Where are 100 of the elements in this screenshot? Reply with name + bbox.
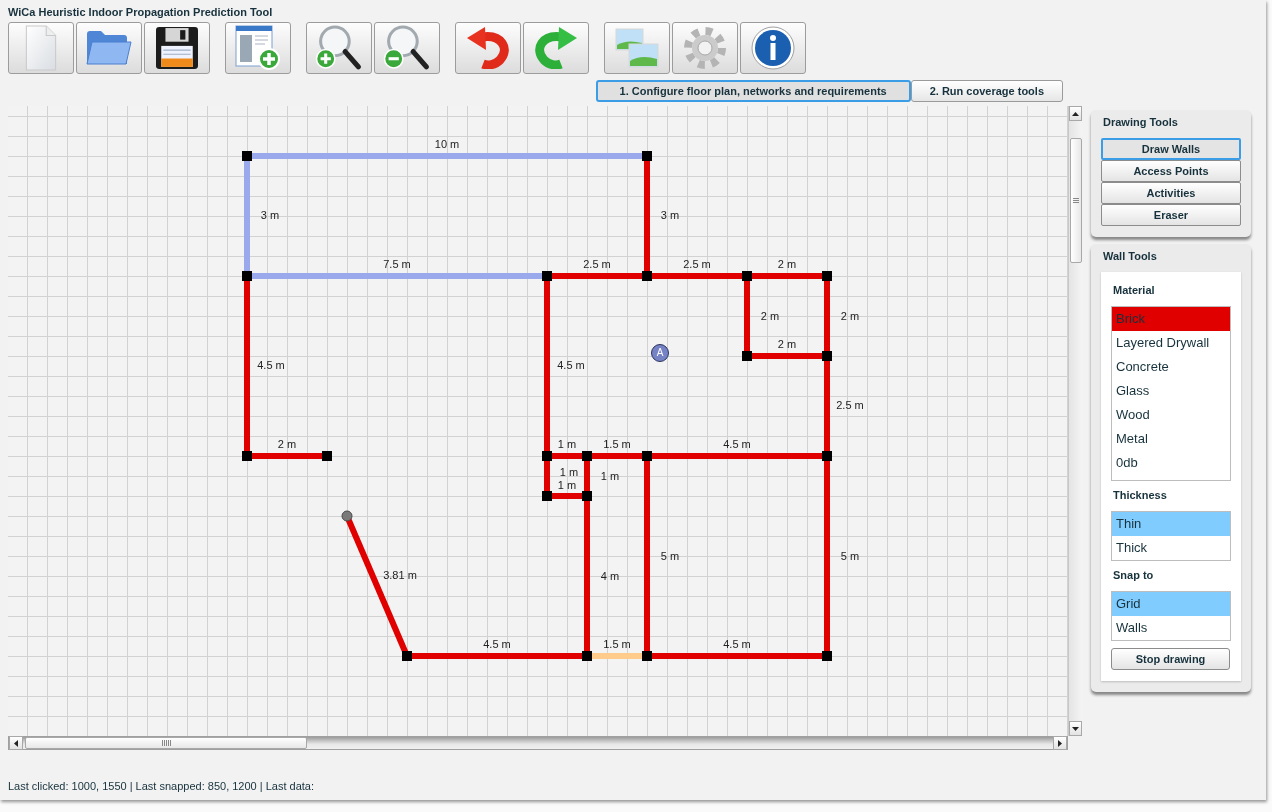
list-option[interactable]: Grid bbox=[1112, 592, 1230, 616]
wall-length-label: 1 m bbox=[557, 479, 577, 491]
wall-joint-icon bbox=[242, 271, 252, 281]
wall-joint-icon bbox=[542, 271, 552, 281]
right-arrow-icon bbox=[1058, 739, 1062, 747]
wall-joint-icon bbox=[742, 351, 752, 361]
vertical-scrollbar[interactable] bbox=[1068, 106, 1082, 736]
undo-icon bbox=[466, 27, 510, 69]
list-option[interactable]: Thin bbox=[1112, 512, 1230, 536]
wall-length-label: 1 m bbox=[600, 470, 620, 482]
panel-title: Drawing Tools bbox=[1103, 116, 1178, 129]
wall-joint-icon bbox=[402, 651, 412, 661]
wall-joint-icon bbox=[542, 451, 552, 461]
redo-icon bbox=[534, 27, 578, 69]
scroll-up-button[interactable] bbox=[1069, 106, 1082, 121]
wall-joint-icon bbox=[642, 651, 652, 661]
wall-length-label: 3 m bbox=[660, 209, 680, 221]
tab[interactable]: 2. Run coverage tools bbox=[910, 80, 1063, 102]
undo-button[interactable] bbox=[455, 22, 521, 74]
stop-drawing-button[interactable]: Stop drawing bbox=[1111, 648, 1230, 670]
wall-length-label: 2.5 m bbox=[683, 258, 711, 270]
drawing-tool-button[interactable]: Access Points bbox=[1101, 160, 1241, 182]
info-icon bbox=[751, 26, 795, 70]
zoom-in-icon bbox=[315, 25, 363, 71]
left-arrow-icon bbox=[14, 739, 18, 747]
settings-icon bbox=[683, 26, 727, 70]
zoom-in-button[interactable] bbox=[306, 22, 372, 74]
wall-joint-icon bbox=[822, 451, 832, 461]
scroll-down-button[interactable] bbox=[1069, 721, 1082, 736]
floor-plan-canvas[interactable]: 10 m 3 m 3 m 7.5 m 2.5 m 2.5 m 2 m 2 m 2 m 2 m 4.5 m 4.5 m 2.5 m 2 m 1 m 1.5 m 4.5 m 1 m 1 m 1 m 4 m 5 m 5 m 4.5 m 1.5 m 4.5 m 3.81 m A bbox=[8, 106, 1068, 736]
wall-joint-icon bbox=[642, 451, 652, 461]
list-option[interactable]: Concrete bbox=[1112, 355, 1230, 379]
drawing-tool-button[interactable]: Activities bbox=[1101, 182, 1241, 204]
wall-length-label: 1 m bbox=[559, 466, 579, 478]
down-arrow-icon bbox=[1072, 726, 1079, 731]
access-point-marker: A bbox=[651, 344, 669, 362]
scroll-left-button[interactable] bbox=[9, 736, 23, 750]
wall-length-label: 4.5 m bbox=[557, 359, 585, 371]
wall-joint-icon bbox=[582, 651, 592, 661]
wall-joint-icon bbox=[582, 451, 592, 461]
wall-joint-icon bbox=[242, 151, 252, 161]
wall-length-label: 2.5 m bbox=[836, 399, 864, 411]
open-button[interactable] bbox=[76, 22, 142, 74]
wall-length-label: 5 m bbox=[840, 550, 860, 562]
pictures-icon bbox=[615, 28, 659, 68]
wall-endpoint-icon bbox=[341, 510, 353, 522]
status-bar-text: Last clicked: 1000, 1550 | Last snapped: 850, 1200 | Last data: bbox=[8, 780, 314, 792]
redo-button[interactable] bbox=[523, 22, 589, 74]
window-title: WiCa Heuristic Indoor Propagation Prediction Tool bbox=[7, 5, 274, 18]
add-page-button[interactable] bbox=[225, 22, 291, 74]
wall-length-label: 7.5 m bbox=[383, 258, 411, 270]
list-option[interactable]: Wood bbox=[1112, 403, 1230, 427]
horizontal-scrollbar[interactable] bbox=[8, 736, 1068, 750]
list-option[interactable]: Metal bbox=[1112, 427, 1230, 451]
info-button[interactable] bbox=[740, 22, 806, 74]
wall-length-label: 2 m bbox=[760, 310, 780, 322]
new-file-button[interactable] bbox=[8, 22, 74, 74]
list-option[interactable]: Walls bbox=[1112, 616, 1230, 640]
wall-joint-icon bbox=[822, 651, 832, 661]
up-arrow-icon bbox=[1072, 111, 1079, 116]
scroll-right-button[interactable] bbox=[1053, 736, 1067, 750]
blank-page-icon bbox=[24, 25, 58, 71]
wall-length-label: 3.81 m bbox=[383, 569, 417, 581]
wall-length-label: 4.5 m bbox=[483, 638, 511, 650]
add-page-icon bbox=[235, 25, 281, 71]
drawing-tool-button[interactable]: Draw Walls bbox=[1101, 138, 1241, 160]
wall-length-label: 10 m bbox=[434, 138, 460, 150]
wall-joint-icon bbox=[542, 491, 552, 501]
save-button[interactable] bbox=[144, 22, 210, 74]
wall-length-label: 2 m bbox=[840, 310, 860, 322]
grip-icon bbox=[161, 740, 171, 746]
grip-icon bbox=[1072, 198, 1079, 203]
zoom-out-button[interactable] bbox=[374, 22, 440, 74]
tab[interactable]: 1. Configure floor plan, networks and requirements bbox=[595, 80, 911, 102]
wall-length-label: 4 m bbox=[600, 570, 620, 582]
list-option[interactable]: Thick bbox=[1112, 536, 1230, 560]
wall-length-label: 4.5 m bbox=[257, 359, 285, 371]
list-option[interactable]: Glass bbox=[1112, 379, 1230, 403]
scrollbar-thumb[interactable] bbox=[25, 737, 307, 749]
wall-length-label: 2.5 m bbox=[583, 258, 611, 270]
wall-joint-icon bbox=[822, 351, 832, 361]
scrollbar-thumb[interactable] bbox=[1069, 138, 1082, 263]
zoom-out-icon bbox=[383, 25, 431, 71]
section-label: Snap to bbox=[1113, 569, 1154, 581]
wall-length-label: 3 m bbox=[260, 209, 280, 221]
section-label: Material bbox=[1113, 284, 1155, 296]
drawing-tool-button[interactable]: Eraser bbox=[1101, 204, 1241, 226]
list-option[interactable]: 0db bbox=[1112, 451, 1230, 475]
wall-length-label: 1.5 m bbox=[603, 638, 631, 650]
panel-title: Wall Tools bbox=[1103, 250, 1157, 263]
wall-joint-icon bbox=[642, 151, 652, 161]
wall-length-label: 5 m bbox=[660, 550, 680, 562]
wall-length-label: 1 m bbox=[557, 438, 577, 450]
wall-joint-icon bbox=[742, 271, 752, 281]
image-button[interactable] bbox=[604, 22, 670, 74]
wall-joint-icon bbox=[582, 491, 592, 501]
list-option[interactable]: Layered Drywall bbox=[1112, 331, 1230, 355]
settings-button[interactable] bbox=[672, 22, 738, 74]
wall-length-label: 2 m bbox=[277, 438, 297, 450]
wall-joint-icon bbox=[242, 451, 252, 461]
